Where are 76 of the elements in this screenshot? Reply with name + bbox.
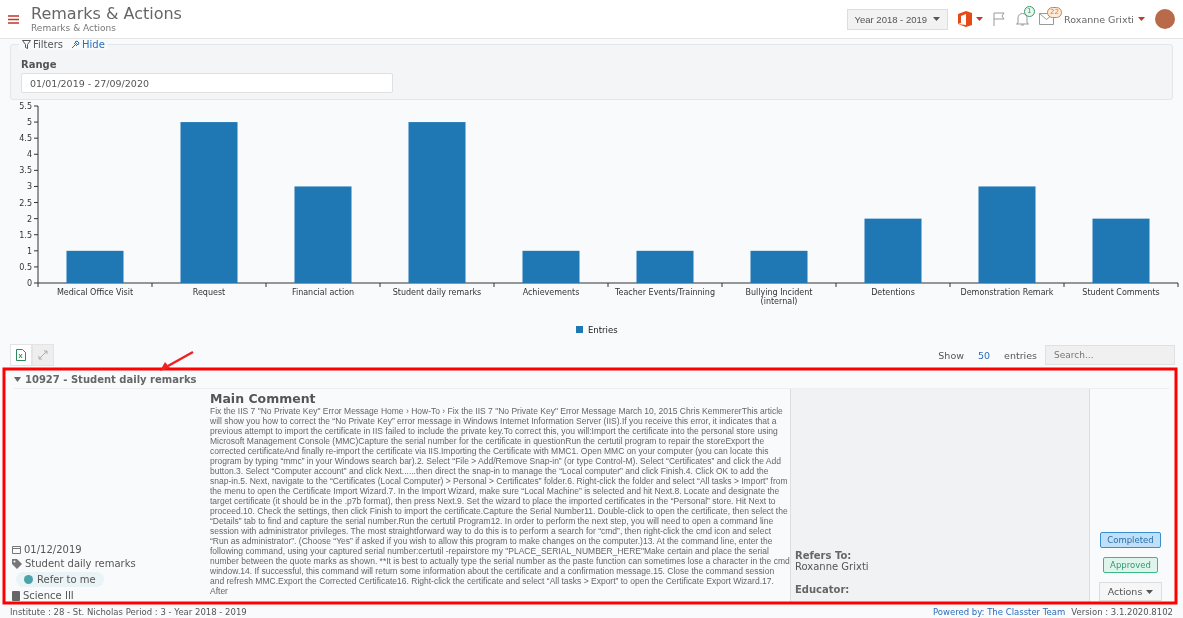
funnel-icon: [22, 40, 31, 49]
version-text: Version : 3.1.2020.8102: [1071, 607, 1173, 617]
page-title: Remarks & Actions: [31, 5, 182, 23]
range-label: Range: [21, 59, 58, 70]
hide-link[interactable]: Hide: [82, 39, 105, 50]
x-tick-label: Detentions: [871, 288, 915, 297]
bar: [864, 218, 922, 283]
bar: [1092, 218, 1150, 283]
group-title: 10927 - Student daily remarks: [25, 373, 197, 385]
excel-export-button[interactable]: [10, 344, 32, 366]
x-tick-label: Medical Office Visit: [56, 288, 134, 297]
flag-icon[interactable]: [993, 12, 1007, 26]
comment-heading: Main Comment: [210, 391, 317, 406]
y-tick-label: 2.5: [19, 198, 32, 208]
y-tick-label: 1.5: [19, 230, 32, 240]
record-date: 01/12/2019: [24, 544, 82, 555]
x-tick-label: Financial action: [291, 288, 355, 297]
x-tick-label: Teacher Events/Trainning: [615, 288, 715, 297]
breadcrumb[interactable]: Remarks & Actions: [31, 23, 182, 33]
y-tick-label: 4.5: [19, 134, 32, 144]
annotation-arrow: [160, 350, 194, 371]
powered-by-link[interactable]: Powered by: The Classter Team: [932, 607, 1066, 617]
legend-label: Entries: [588, 325, 618, 335]
bar: [522, 250, 580, 283]
envelope-icon[interactable]: [1039, 13, 1055, 25]
user-avatar[interactable]: [1155, 9, 1175, 29]
bar: [636, 250, 694, 283]
footer-info: Institute : 28 - St. Nicholas Period : 3 - Year 2018 - 2019: [10, 607, 247, 617]
y-tick-label: 5: [26, 118, 32, 128]
caret-icon[interactable]: [1138, 17, 1145, 21]
record-category: Student daily remarks: [25, 558, 136, 569]
caret-icon: [1146, 589, 1154, 594]
x-tick-label: Bullying Incident (internal): [745, 288, 813, 306]
y-tick-label: 1: [26, 246, 32, 256]
refers-value: Roxanne Grixti: [795, 561, 870, 572]
y-tick-label: 3.5: [19, 166, 32, 176]
caret-icon[interactable]: [976, 17, 984, 21]
educator-label: Educator:: [795, 584, 851, 595]
legend-swatch: [576, 326, 583, 333]
y-tick-label: 0.5: [19, 262, 32, 272]
bar: [750, 250, 808, 283]
expand-icon: [38, 350, 48, 360]
range-field[interactable]: 01/01/2019 - 27/09/2020: [21, 73, 393, 93]
x-tick-label: Demonstration Remark: [960, 288, 1054, 297]
page-size-select[interactable]: 50: [971, 349, 997, 361]
record-subject: Science III: [23, 590, 74, 601]
entries-label: entries: [1004, 349, 1037, 361]
book-icon: [12, 590, 20, 601]
status-badge: Approved: [1103, 557, 1158, 573]
tag-icon: [12, 558, 22, 569]
y-tick-label: 0: [26, 279, 32, 288]
spreadsheet-icon: [16, 349, 26, 361]
y-tick-label: 5.5: [19, 102, 32, 111]
search-field[interactable]: Search...: [1045, 345, 1175, 365]
x-tick-label: Achievements: [522, 288, 580, 297]
calendar-icon: [12, 545, 21, 554]
actions-button[interactable]: Actions: [1098, 582, 1163, 601]
comment-text: Fix the IIS 7 "No Private Key" Error Message Home › How-To › Fix the IIS 7 "No Private Key" Error Message March 10, 2015 Chris KemmererThis article will show you how to correct the “No Private Key” error message in Windows Internet Information Server (IIS).If you receive this error, it indicates that a previous attempt to import the certificate in IIS failed to include the private key.To correct this, you will:Import the certificate into the personal store using Microsoft Management Console (MMC)Capture the serial number for the certificate in questionRun the certutil program to repair the storeExport the corrected certificateAnd finally re-import the certificate via IIS.Importing the Certificate with MMC1. Open MMC on your computer (you can locate this program by typing “mmc” in your Windows search bar).2. Select “File > Add/Remove Snap-in” (or type Control-M). Select “Certificates” and click the Add button.3. Select “Computer account” and click Next......then direct the snap-in to manage the “Local computer” and click Finish.4. Click OK to add the snap-in.5. Next, navigate to the “Certificates (Local Computer) > Personal > Certificates” folder.6. Right-click the folder and select “All tasks > Import” from the menu to open the Certificate Import Wizard.7. In the Import Wizard, make sure “Local Machine” is selected and hit Next.8. Locate and designate the target certificate (it should be in the .p7b format), then press Next.9. Set the wizard to place the imported certificates in the “Personal” store. Hit Next to proceed.10. Check the settings, then click Finish to import the certificate.Capture the Serial Number11. Double-click to open the certificate, then select the “Details” tab to find and capture the serial number.Run the certutil Program12. In order to perform the next step, you will need to open a command line session with administrator privileges. The most straightforward way to do this is to perform a search for “cmd”, then right-click the cmd icon and select “Run as administrator”. (Choose “Yes” if asked if you wish to allow this program to make changes on the computer.)13. At the command line, enter the following command, using your captured serial number:certutil -repairstore my "PLACE_SERIAL_NUMBER_HERE"Make certain and place the serial number between the quote marks as shown. **It is best to actually type the serial number as the paste function can sometimes lose a character in the cmd window.14. If successful, this command will return some information about the certificate and a confirmation message.15. Close the command session and refresh MMC.Export the Corrected Certificate16. Right-click the certificate and select “All tasks > Export” to open the Certificate Export Wizard.17. After: [210, 406, 790, 596]
y-tick-label: 4: [26, 150, 32, 160]
show-label: Show: [938, 349, 964, 361]
status-badge: Completed: [1100, 532, 1161, 548]
x-tick-label: Student Comments: [1082, 288, 1160, 297]
user-name[interactable]: Roxanne Grixti: [1064, 13, 1134, 25]
y-tick-label: 2: [26, 214, 32, 224]
y-tick-label: 3: [26, 182, 32, 192]
x-tick-label: Student daily remarks: [392, 288, 482, 297]
refers-label: Refers To:: [795, 550, 853, 561]
bell-icon[interactable]: [1016, 12, 1030, 26]
x-tick-label: Request: [192, 288, 226, 297]
bar: [66, 250, 124, 283]
office-icon[interactable]: [958, 11, 973, 27]
filters-label: Filters: [33, 39, 63, 50]
menu-icon[interactable]: [8, 14, 19, 24]
year-dropdown[interactable]: Year 2018 - 2019: [846, 8, 949, 30]
refer-to-me-button[interactable]: Refer to me: [16, 572, 104, 587]
caret-icon: [933, 17, 941, 21]
